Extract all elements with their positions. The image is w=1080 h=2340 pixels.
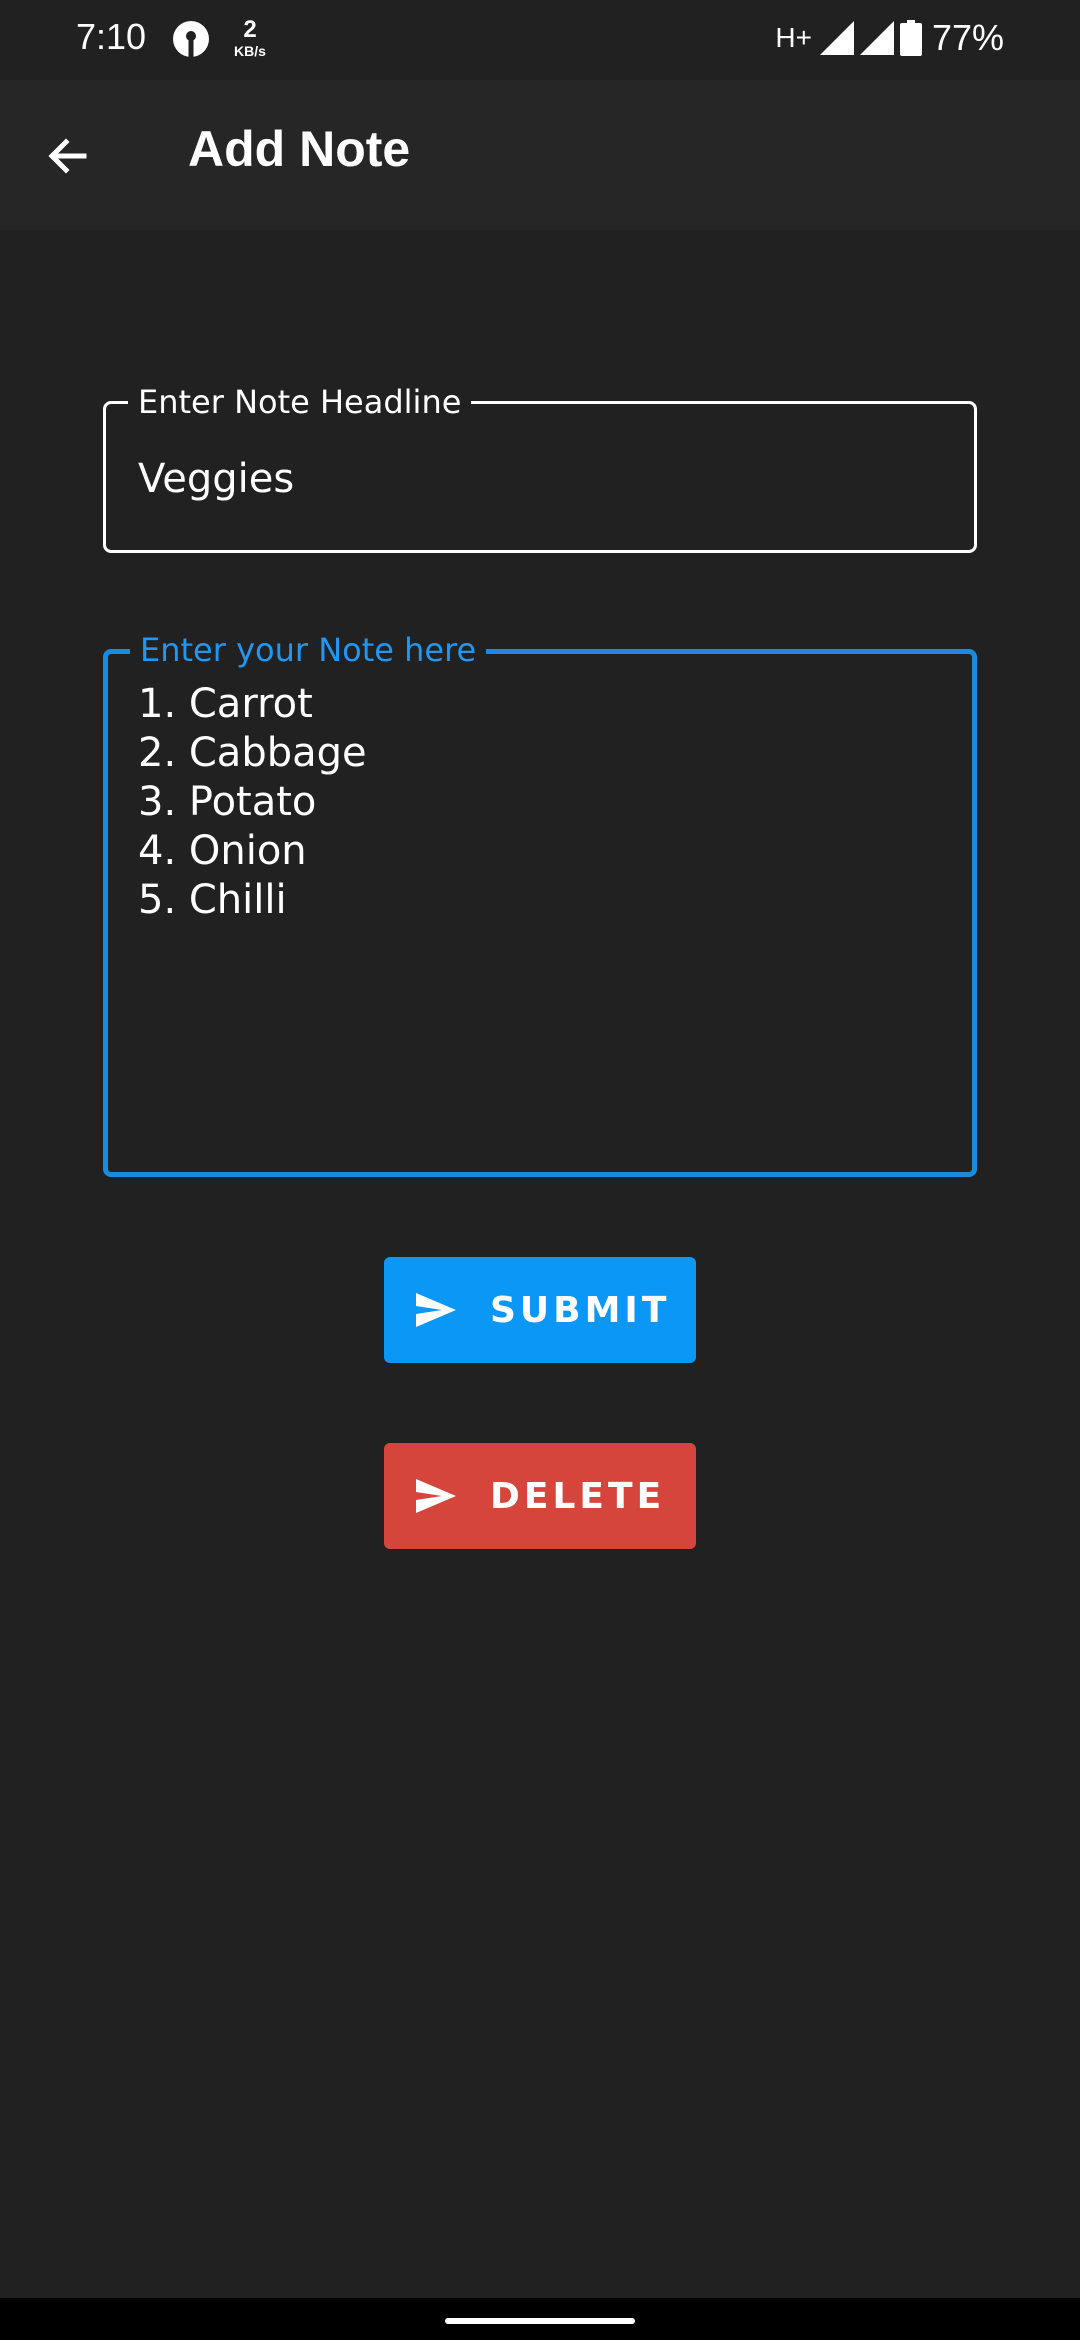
delete-button-label: DELETE <box>490 1475 666 1517</box>
send-icon <box>414 1474 458 1518</box>
battery-icon <box>899 20 922 56</box>
headline-field[interactable]: Enter Note Headline Veggies <box>103 382 977 553</box>
sbi-logo-icon <box>173 21 209 58</box>
note-line: 4. Onion <box>138 828 307 874</box>
back-button[interactable] <box>28 116 108 196</box>
network-speed: 2 KB/s <box>226 16 274 59</box>
note-line: 2. Cabbage <box>138 730 367 776</box>
submit-button[interactable]: SUBMIT <box>384 1257 696 1363</box>
note-field[interactable]: Enter your Note here 1. Carrot 2. Cabbag… <box>103 630 977 1177</box>
note-line: 5. Chilli <box>138 877 287 923</box>
arrow-left-icon <box>48 138 87 174</box>
system-nav-bar <box>0 2298 1080 2340</box>
submit-button-label: SUBMIT <box>490 1289 671 1331</box>
headline-field-label: Enter Note Headline <box>128 382 472 422</box>
network-type: H+ <box>775 22 812 53</box>
network-speed-unit: KB/s <box>234 43 266 59</box>
send-icon <box>414 1288 458 1332</box>
delete-button[interactable]: DELETE <box>384 1443 696 1549</box>
note-line: 3. Potato <box>138 779 317 825</box>
status-time: 7:10 <box>76 16 147 57</box>
home-indicator[interactable] <box>445 2318 635 2324</box>
battery-percent: 77% <box>931 17 1004 58</box>
signal-icon <box>819 21 854 55</box>
note-textarea[interactable]: 1. Carrot 2. Cabbage 3. Potato 4. Onion … <box>138 680 367 925</box>
note-line: 1. Carrot <box>138 681 313 727</box>
page-title: Add Note <box>188 121 411 177</box>
status-indicators: H+ 77% <box>775 16 1004 60</box>
app-bar: Add Note <box>0 80 1080 230</box>
signal-icon <box>859 21 894 55</box>
network-speed-value: 2 <box>243 16 257 43</box>
status-bar: 7:10 2 KB/s H+ 77% <box>0 0 1080 80</box>
note-field-label: Enter your Note here <box>130 630 487 670</box>
headline-input[interactable]: Veggies <box>138 456 294 502</box>
